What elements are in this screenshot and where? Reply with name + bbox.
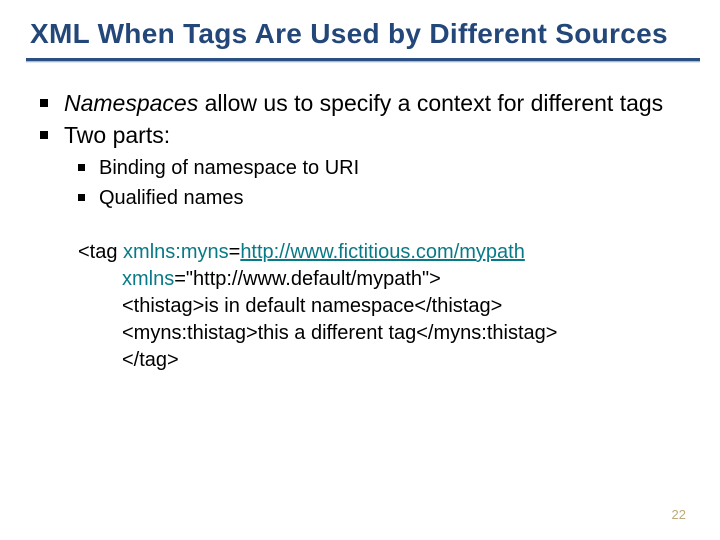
- square-bullet-icon: [78, 194, 85, 201]
- code-text: =: [229, 241, 241, 263]
- code-attr: xmlns:myns: [123, 241, 229, 263]
- bullet-item: Two parts:: [40, 121, 690, 151]
- square-bullet-icon: [40, 99, 48, 107]
- slide-title: XML When Tags Are Used by Different Sour…: [30, 18, 690, 50]
- code-line: <thistag>is in default namespace</thista…: [78, 293, 690, 320]
- code-text: <myns:thistag>this a different tag</myns…: [78, 320, 557, 347]
- code-url: http://www.fictitious.com/mypath: [240, 241, 525, 263]
- code-line: <tag xmlns:myns=http://www.fictitious.co…: [78, 239, 690, 266]
- sub-bullet-text: Qualified names: [99, 185, 244, 211]
- code-text: <thistag>is in default namespace</thista…: [78, 293, 502, 320]
- bullet-item: Namespaces allow us to specify a context…: [40, 89, 690, 119]
- bullet-rest: Two parts:: [64, 122, 170, 148]
- code-text: <tag: [78, 241, 123, 263]
- bullet-text: Two parts:: [64, 121, 170, 151]
- title-divider: [26, 58, 700, 63]
- code-line: xmlns="http://www.default/mypath">: [78, 266, 690, 293]
- code-line: <myns:thistag>this a different tag</myns…: [78, 320, 690, 347]
- code-attr: xmlns: [122, 268, 174, 290]
- page-number: 22: [672, 507, 686, 522]
- code-example: <tag xmlns:myns=http://www.fictitious.co…: [78, 239, 690, 374]
- italic-term: Namespaces: [64, 90, 198, 116]
- square-bullet-icon: [40, 131, 48, 139]
- sub-bullet-item: Binding of namespace to URI: [78, 155, 690, 181]
- code-text: </tag>: [78, 347, 179, 374]
- square-bullet-icon: [78, 164, 85, 171]
- bullet-rest: allow us to specify a context for differ…: [198, 90, 663, 116]
- code-text: ="http://www.default/mypath">: [174, 268, 441, 290]
- bullet-text: Namespaces allow us to specify a context…: [64, 89, 663, 119]
- sub-bullet-text: Binding of namespace to URI: [99, 155, 359, 181]
- code-line: </tag>: [78, 347, 690, 374]
- sub-bullet-item: Qualified names: [78, 185, 690, 211]
